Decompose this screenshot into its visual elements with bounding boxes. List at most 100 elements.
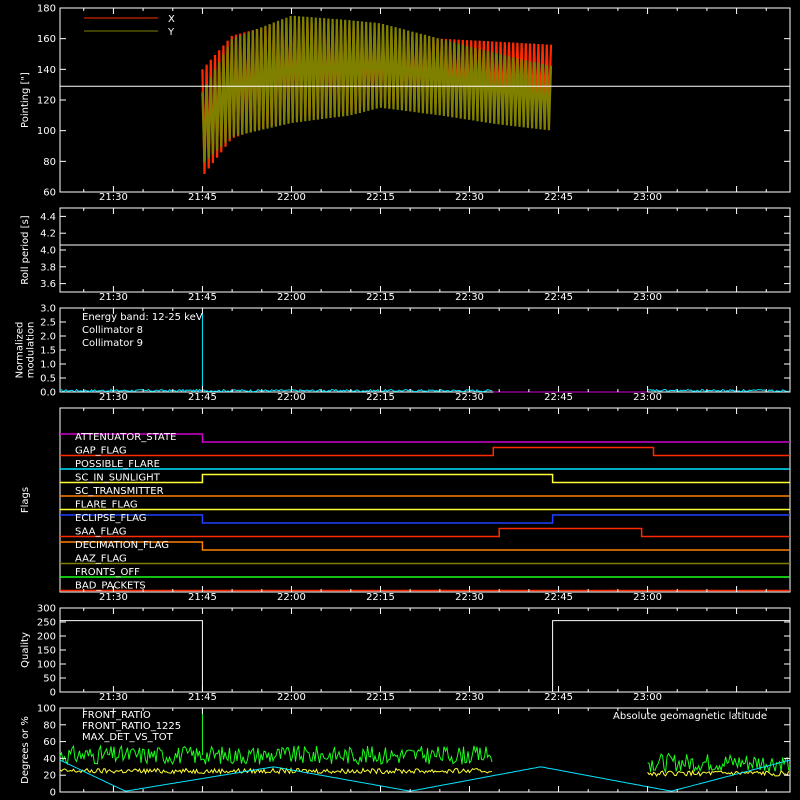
flag-row: FLARE_FLAG (60, 500, 790, 511)
time-tick-label: 22:30 (455, 692, 484, 703)
geo-absolute-geomagnetic-latitude (59, 759, 791, 792)
y-tick-label: 4.2 (40, 229, 56, 240)
y-tick-label: 3.8 (40, 262, 56, 273)
time-tick-label: 22:00 (277, 392, 306, 403)
pointing-legend: XY (84, 14, 175, 38)
time-tick-label: 22:30 (455, 392, 484, 403)
legend-label: Collimator 9 (82, 338, 143, 349)
time-tick-label: 22:00 (277, 292, 306, 303)
time-tick-label: 21:30 (99, 692, 128, 703)
flags-time-ticks: 21:30 21:45 22:00 22:15 22:30 22:45 23:00 (83, 408, 767, 603)
time-tick-label: 22:00 (277, 692, 306, 703)
y-tick-label: 40 (43, 754, 56, 765)
flag-label: ATTENUATOR_STATE (75, 432, 176, 443)
geo-y-label: Degrees or % (20, 716, 31, 784)
time-tick-label: 22:45 (544, 692, 573, 703)
time-tick-label: 23:00 (633, 192, 662, 203)
y-tick-label: 2.5 (40, 318, 56, 329)
legend-label: MAX_DET_VS_TOT (82, 732, 174, 743)
flag-row: SC_TRANSMITTER (60, 486, 790, 497)
time-tick-label: 21:30 (99, 192, 128, 203)
y-label-line: modulation (26, 322, 37, 379)
y-tick-label: 4.0 (40, 246, 56, 257)
modulation-series (60, 313, 789, 393)
time-tick-label: 22:15 (366, 192, 395, 203)
flag-label: FLARE_FLAG (75, 500, 138, 511)
time-tick-label: 22:15 (366, 592, 395, 603)
roll-y-label: Roll period [s] (20, 215, 31, 284)
y-tick-label: 0.5 (40, 374, 56, 385)
time-tick-label: 21:45 (188, 592, 217, 603)
time-tick-label: 22:15 (366, 292, 395, 303)
y-label-text: Pointing ["] (20, 72, 31, 128)
y-tick-label: 100 (37, 704, 56, 715)
flag-row: ECLIPSE_FLAG (60, 513, 790, 524)
flag-trace (60, 527, 790, 538)
y-tick-label: 80 (43, 720, 56, 731)
flag-label: ECLIPSE_FLAG (75, 513, 146, 524)
y-tick-label: 180 (37, 4, 56, 15)
y-tick-label: 0 (50, 688, 56, 699)
geo-legend: FRONT_RATIOFRONT_RATIO_1225MAX_DET_VS_TO… (82, 710, 181, 743)
flag-row: DECIMATION_FLAG (60, 540, 790, 551)
flag-trace (60, 446, 790, 457)
flag-row: AAZ_FLAG (60, 554, 790, 565)
y-tick-label: 100 (37, 126, 56, 137)
flag-label: BAD_PACKETS (75, 581, 146, 592)
time-tick-label: 21:30 (99, 292, 128, 303)
legend-label: Y (167, 27, 175, 38)
roll-frame (59, 207, 791, 293)
y-tick-label: 4.4 (40, 212, 56, 223)
modulation-collimator-8 (647, 388, 789, 393)
flag-row: SC_IN_SUNLIGHT (60, 473, 790, 484)
y-tick-label: 120 (37, 96, 56, 107)
pointing-series-y (201, 15, 553, 163)
quality-time-ticks: 21:30 21:45 22:00 22:15 22:30 22:45 23:00 (83, 608, 767, 703)
flag-row: SAA_FLAG (60, 527, 790, 538)
y-tick-label: 2.0 (40, 332, 56, 343)
flag-label: SC_TRANSMITTER (75, 486, 164, 497)
geo-front-ratio (59, 767, 493, 776)
y-tick-label: 0 (50, 788, 56, 799)
flag-label: GAP_FLAG (75, 446, 127, 457)
y-tick-label: 160 (37, 34, 56, 45)
flag-label: SAA_FLAG (75, 527, 126, 538)
y-tick-label: 1.0 (40, 360, 56, 371)
modulation-legend: Collimator 8 Collimator 9 (82, 325, 143, 349)
time-tick-label: 21:45 (188, 392, 217, 403)
flag-label: POSSIBLE_FLARE (75, 459, 160, 470)
y-label-text: Roll period [s] (20, 215, 31, 284)
legend-label: FRONT_RATIO (82, 710, 151, 721)
time-tick-label: 22:30 (455, 292, 484, 303)
flag-row: GAP_FLAG (60, 446, 790, 457)
time-tick-label: 22:30 (455, 192, 484, 203)
modulation-y-label: Normalized modulation (15, 322, 37, 379)
time-tick-label: 21:45 (188, 692, 217, 703)
y-label-text: Flags (20, 487, 31, 513)
y-tick-label: 140 (37, 65, 56, 76)
time-tick-label: 21:45 (188, 292, 217, 303)
time-tick-label: 22:45 (544, 292, 573, 303)
flag-row: BAD_PACKETS (60, 581, 790, 592)
time-tick-label: 22:00 (277, 592, 306, 603)
pointing-y-label: Pointing ["] (20, 72, 31, 128)
roll-y-ticks: 3.6 3.8 4.0 4.2 4.4 (40, 212, 790, 290)
y-tick-label: 200 (37, 632, 56, 643)
time-tick-label: 23:00 (633, 592, 662, 603)
flag-label: DECIMATION_FLAG (75, 540, 169, 551)
pointing-series (201, 15, 553, 175)
y-tick-label: 20 (43, 771, 56, 782)
y-tick-label: 300 (37, 604, 56, 615)
quality-y-label: Quality (20, 632, 31, 668)
geo-front-ratio-1225 (647, 752, 790, 774)
time-tick-label: 22:45 (544, 592, 573, 603)
y-tick-label: 0.0 (40, 388, 56, 399)
quality-y-ticks: 0 50 100 150 200 250 300 (37, 604, 790, 699)
time-tick-label: 22:30 (455, 592, 484, 603)
y-tick-label: 1.5 (40, 346, 56, 357)
y-tick-label: 80 (43, 157, 56, 168)
y-tick-label: 3.6 (40, 279, 56, 290)
quality-trace (60, 620, 790, 693)
flag-trace (60, 473, 790, 484)
time-tick-label: 23:00 (633, 692, 662, 703)
